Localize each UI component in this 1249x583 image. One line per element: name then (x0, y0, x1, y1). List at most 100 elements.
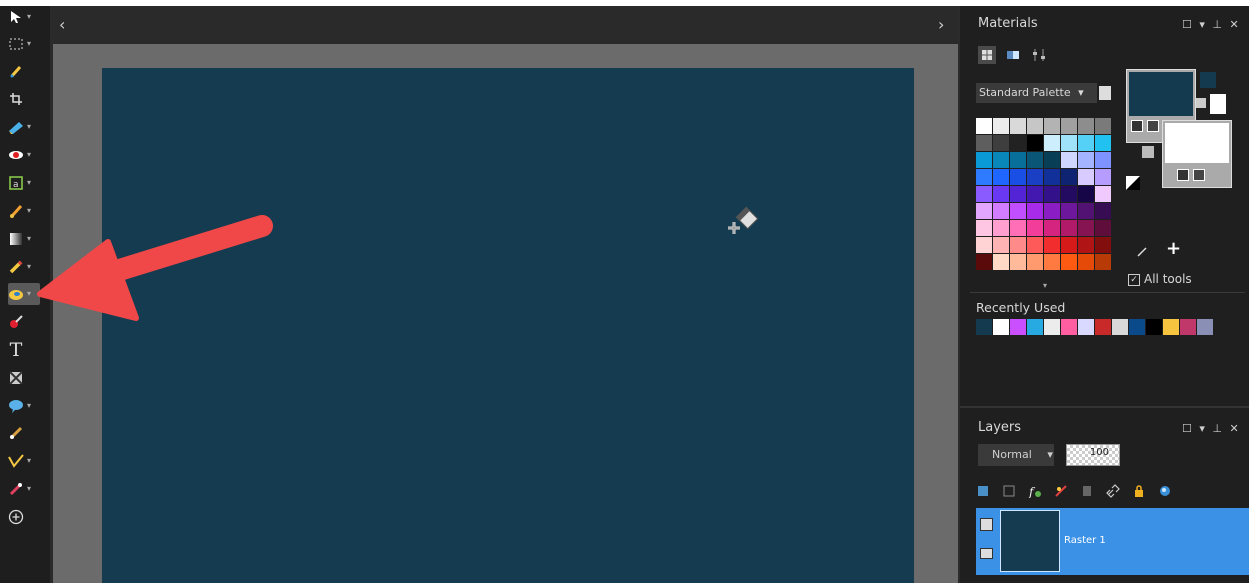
bg-texture-icon[interactable] (1177, 169, 1189, 181)
layer-effects-icon[interactable]: f (1028, 484, 1042, 498)
recent-color-swatch[interactable] (1095, 319, 1111, 335)
palette-swatch[interactable] (1061, 254, 1077, 270)
palette-swatch[interactable] (1095, 169, 1111, 185)
layer-mask-icon[interactable] (1054, 484, 1068, 498)
palette-options-icon[interactable] (1099, 86, 1111, 100)
pin-icon[interactable]: ⊥ (1212, 18, 1222, 31)
recent-color-swatch[interactable] (1027, 319, 1043, 335)
layers-panel-controls[interactable]: ☐ ▾ ⊥ ✕ (1182, 422, 1239, 435)
color-palette-grid[interactable] (976, 118, 1111, 270)
palette-swatch[interactable] (1044, 220, 1060, 236)
frame-tab-palette[interactable] (978, 46, 996, 64)
palette-swatch[interactable] (1010, 254, 1026, 270)
palette-swatch[interactable] (1027, 118, 1043, 134)
palette-swatch[interactable] (993, 237, 1009, 253)
palette-swatch[interactable] (976, 118, 992, 134)
maximize-icon[interactable]: ☐ (1182, 18, 1192, 31)
palette-swatch[interactable] (1078, 254, 1094, 270)
palette-swatch[interactable] (993, 169, 1009, 185)
scroll-right-chevron-icon[interactable]: › (938, 17, 944, 33)
palette-swatch[interactable] (993, 186, 1009, 202)
palette-swatch[interactable] (1078, 152, 1094, 168)
palette-swatch[interactable] (1095, 203, 1111, 219)
palette-swatch[interactable] (1010, 237, 1026, 253)
palette-swatch[interactable] (993, 220, 1009, 236)
recent-color-swatch[interactable] (1180, 319, 1196, 335)
palette-swatch[interactable] (1027, 135, 1043, 151)
recent-color-swatch[interactable] (993, 319, 1009, 335)
text-tool[interactable]: T (8, 339, 40, 361)
palette-swatch[interactable] (1044, 118, 1060, 134)
palette-swatch[interactable] (1095, 152, 1111, 168)
palette-swatch[interactable] (1061, 152, 1077, 168)
palette-swatch[interactable] (993, 135, 1009, 151)
crop-tool[interactable] (8, 88, 40, 110)
palette-swatch[interactable] (1027, 152, 1043, 168)
palette-swatch[interactable] (1095, 254, 1111, 270)
lock-icon[interactable] (1132, 484, 1146, 498)
swap-materials-icon[interactable] (1142, 146, 1154, 158)
close-icon[interactable]: ✕ (1230, 422, 1239, 435)
palette-swatch[interactable] (1010, 169, 1026, 185)
palette-swatch[interactable] (976, 203, 992, 219)
palette-swatch[interactable] (1010, 203, 1026, 219)
fg-transparent-icon[interactable] (1147, 120, 1159, 132)
palette-swatch[interactable] (993, 152, 1009, 168)
small-fg-color[interactable] (1200, 72, 1216, 88)
recent-color-swatch[interactable] (1146, 319, 1162, 335)
delete-layer-icon[interactable] (1080, 484, 1094, 498)
palette-swatch[interactable] (1044, 152, 1060, 168)
palette-swatch[interactable] (1010, 118, 1026, 134)
dropper-tool[interactable] (8, 60, 40, 82)
bg-transparent-icon[interactable] (1193, 169, 1205, 181)
new-vector-layer-icon[interactable] (1002, 484, 1016, 498)
palette-swatch[interactable] (1027, 254, 1043, 270)
recent-color-swatch[interactable] (1129, 319, 1145, 335)
frame-tab-sliders[interactable] (1030, 46, 1048, 64)
add-tool[interactable] (8, 506, 40, 528)
recent-color-swatch[interactable] (1078, 319, 1094, 335)
palette-swatch[interactable] (1044, 169, 1060, 185)
palette-swatch[interactable] (1078, 169, 1094, 185)
palette-swatch[interactable] (1061, 169, 1077, 185)
makeover-tool[interactable]: ▾ (8, 478, 40, 500)
preset-shape-tool[interactable]: ▾ (8, 395, 40, 417)
small-bg-color[interactable] (1210, 94, 1226, 114)
palette-swatch[interactable] (1027, 237, 1043, 253)
palette-swatch[interactable] (1027, 169, 1043, 185)
add-swatch-icon[interactable]: + (1166, 240, 1181, 258)
palette-swatch[interactable] (976, 169, 992, 185)
palette-swatch[interactable] (976, 254, 992, 270)
palette-swatch[interactable] (1078, 186, 1094, 202)
fg-texture-icon[interactable] (1131, 120, 1143, 132)
clone-brush-tool[interactable] (8, 422, 40, 444)
new-raster-layer-icon[interactable] (976, 484, 990, 498)
recent-color-swatch[interactable] (1163, 319, 1179, 335)
palette-swatch[interactable] (1095, 118, 1111, 134)
text-frame-tool[interactable]: a ▾ (8, 172, 40, 194)
palette-swatch[interactable] (1010, 220, 1026, 236)
pattern-tool[interactable] (8, 367, 40, 389)
palette-swatch[interactable] (1044, 254, 1060, 270)
palette-swatch[interactable] (1061, 135, 1077, 151)
recent-color-swatch[interactable] (1061, 319, 1077, 335)
chevron-down-icon[interactable]: ▾ (1199, 422, 1205, 435)
palette-swatch[interactable] (1095, 237, 1111, 253)
blend-mode-dropdown[interactable]: Normal ▾ (978, 444, 1054, 466)
palette-swatch[interactable] (993, 254, 1009, 270)
palette-swatch[interactable] (1061, 186, 1077, 202)
palette-swatch[interactable] (1044, 237, 1060, 253)
palette-swatch[interactable] (1010, 152, 1026, 168)
palette-swatch[interactable] (976, 152, 992, 168)
palette-swatch[interactable] (1078, 135, 1094, 151)
recent-color-swatch[interactable] (1010, 319, 1026, 335)
maximize-icon[interactable]: ☐ (1182, 422, 1192, 435)
palette-swatch[interactable] (1010, 135, 1026, 151)
palette-swatch[interactable] (1078, 118, 1094, 134)
background-swatch[interactable] (1162, 120, 1232, 188)
materials-panel-controls[interactable]: ☐ ▾ ⊥ ✕ (1182, 18, 1239, 31)
palette-swatch[interactable] (1061, 220, 1077, 236)
palette-swatch[interactable] (1044, 186, 1060, 202)
swap-colors-icon[interactable] (1196, 98, 1206, 108)
scroll-left-chevron-icon[interactable]: ‹ (59, 17, 65, 33)
